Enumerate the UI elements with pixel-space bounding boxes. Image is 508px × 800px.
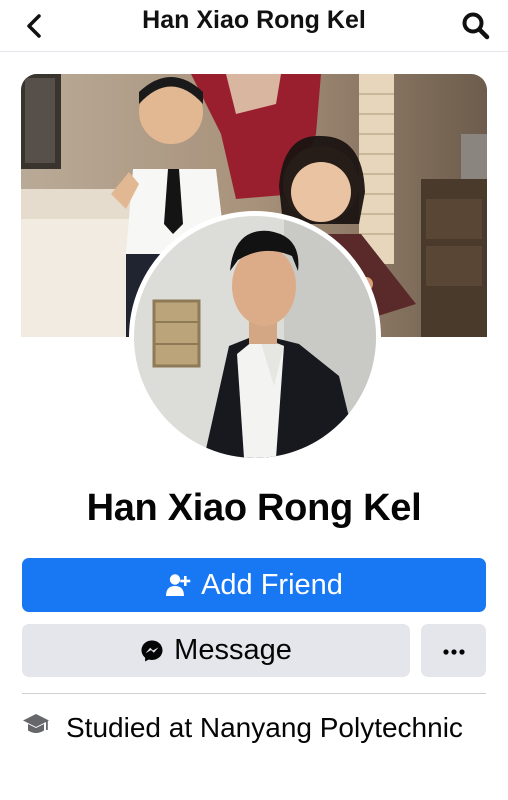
- add-friend-button[interactable]: Add Friend: [22, 558, 486, 612]
- section-divider: [22, 693, 486, 694]
- header-title: Han Xiao Rong Kel: [142, 6, 366, 34]
- more-options-button[interactable]: [421, 624, 486, 677]
- graduation-cap-icon: [22, 712, 50, 743]
- top-navigation-bar: Han Xiao Rong Kel: [0, 0, 508, 52]
- search-button[interactable]: [456, 6, 496, 46]
- ellipsis-icon: [442, 642, 465, 660]
- person-plus-icon: [165, 573, 191, 597]
- add-friend-label: Add Friend: [201, 568, 343, 601]
- school-link[interactable]: Nanyang Polytechnic: [200, 712, 463, 743]
- back-button[interactable]: [14, 6, 54, 46]
- education-prefix: Studied at: [66, 712, 200, 743]
- education-text: Studied at Nanyang Polytechnic: [66, 708, 486, 747]
- profile-picture-frame[interactable]: [129, 211, 381, 463]
- search-icon: [462, 12, 490, 40]
- education-info-row: Studied at Nanyang Polytechnic: [22, 708, 486, 788]
- message-label: Message: [174, 634, 292, 666]
- message-button[interactable]: Message: [22, 624, 410, 677]
- chevron-left-icon: [27, 14, 41, 38]
- messenger-icon: [140, 639, 164, 663]
- profile-name: Han Xiao Rong Kel: [86, 487, 422, 529]
- profile-picture[interactable]: [134, 216, 376, 458]
